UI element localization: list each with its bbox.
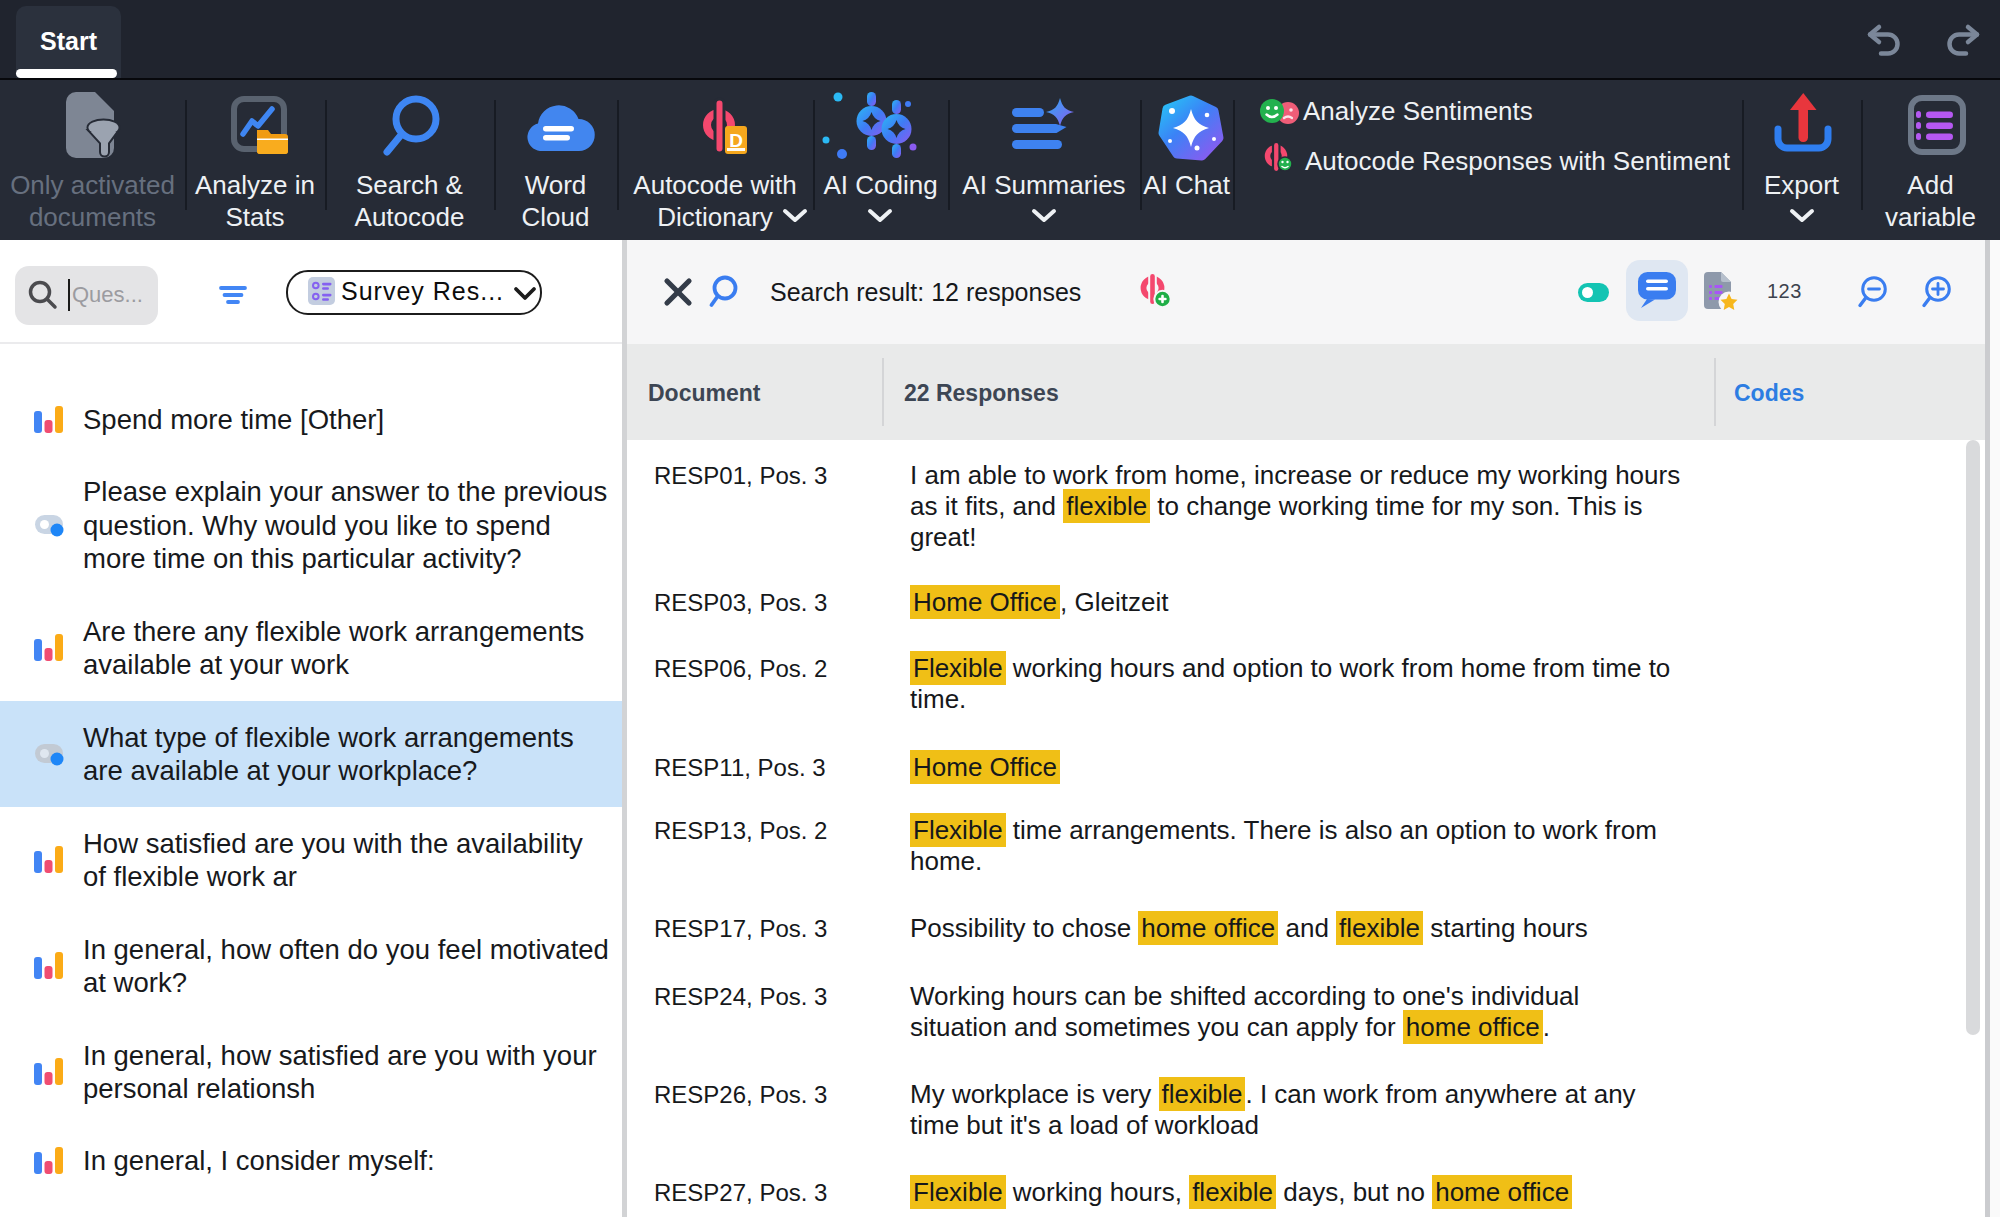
- svg-text:D: D: [729, 130, 743, 151]
